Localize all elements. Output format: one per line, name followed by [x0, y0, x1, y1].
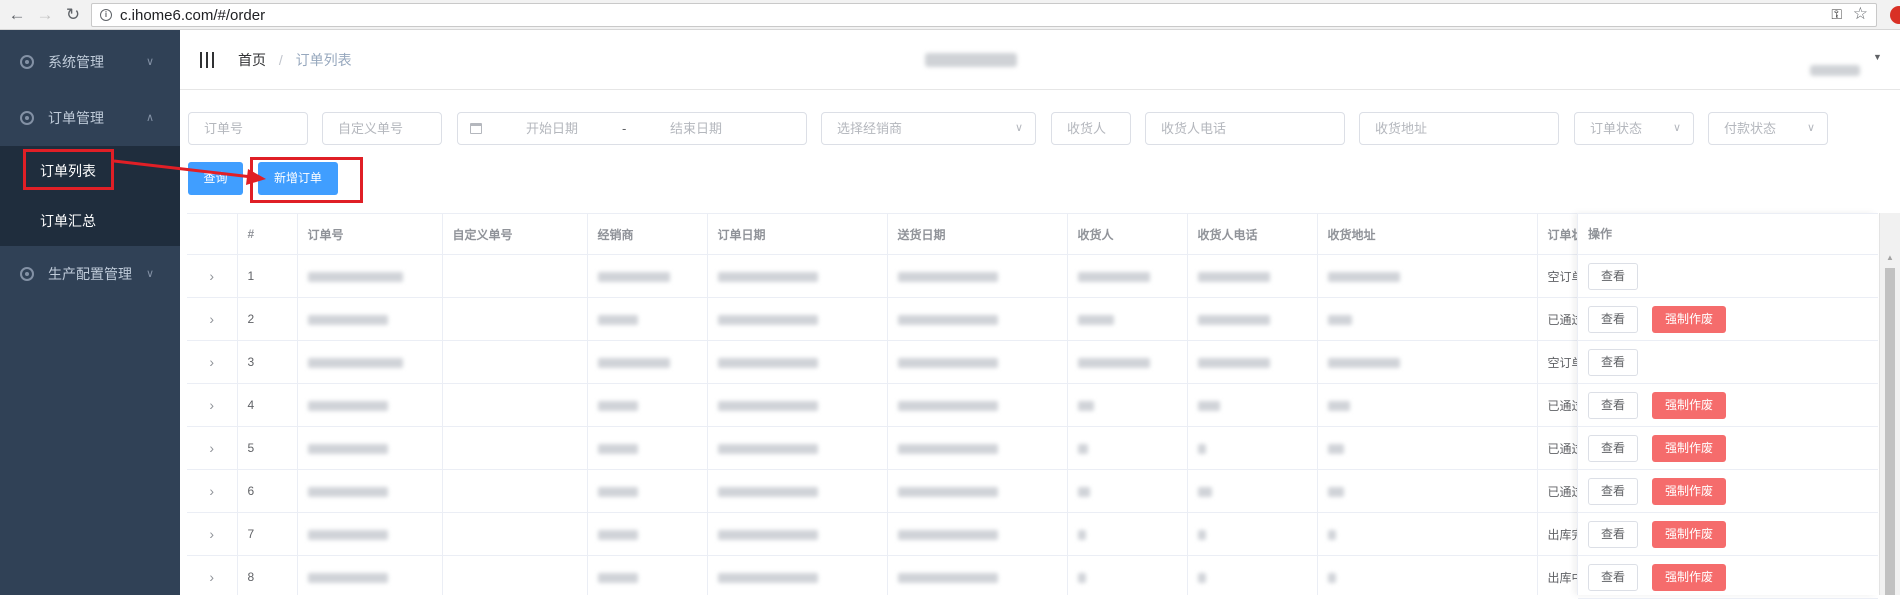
- annotation-arrow: [113, 159, 266, 185]
